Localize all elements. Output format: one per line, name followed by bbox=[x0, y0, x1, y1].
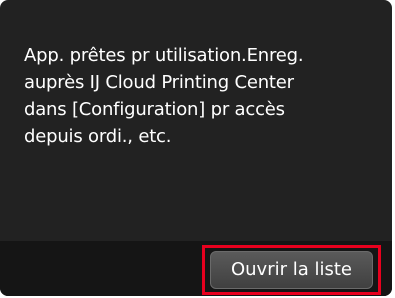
message-line: auprès IJ Cloud Printing Center bbox=[24, 72, 294, 93]
message-line: dans [Configuration] pr accès bbox=[24, 99, 285, 120]
message-line: App. prêtes pr utilisation.Enreg. bbox=[24, 45, 304, 66]
info-message: App. prêtes pr utilisation.Enreg. auprès… bbox=[24, 42, 374, 150]
message-line: depuis ordi., etc. bbox=[24, 126, 172, 147]
highlight-frame bbox=[202, 245, 381, 295]
